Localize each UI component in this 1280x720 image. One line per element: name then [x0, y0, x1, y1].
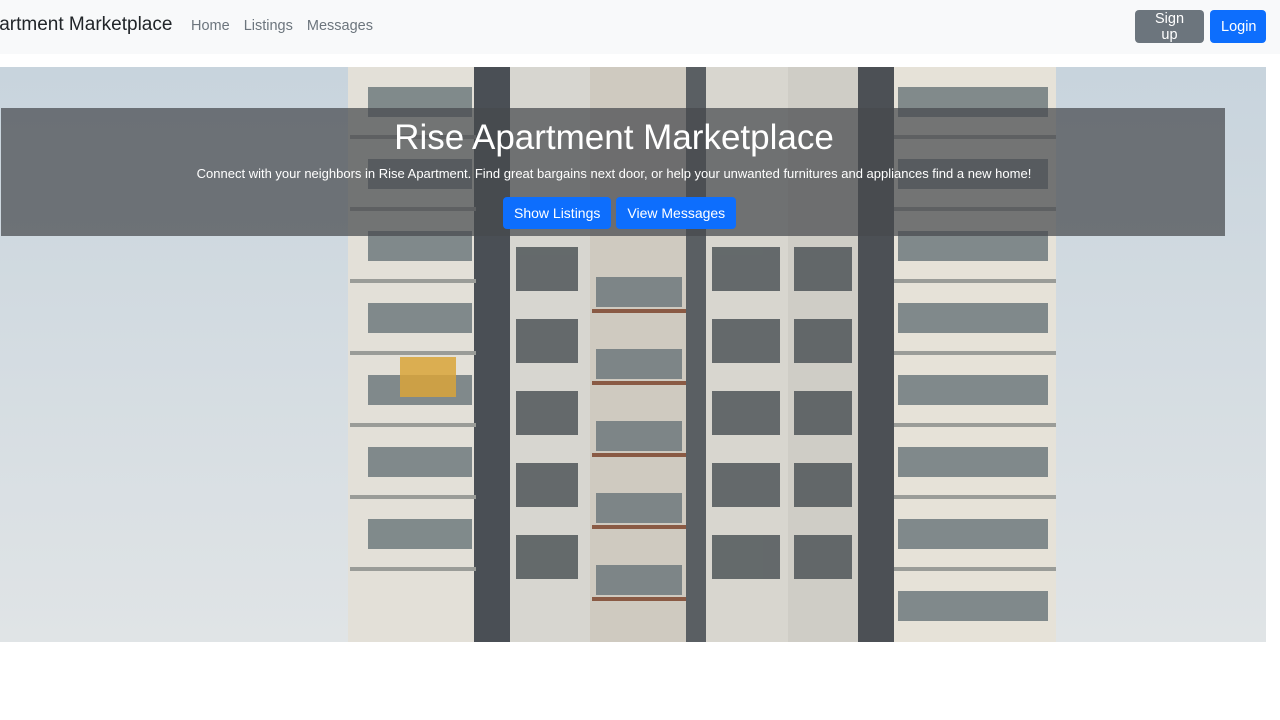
view-messages-button[interactable]: View Messages	[616, 197, 737, 229]
hero-banner: Rise Apartment Marketplace Connect with …	[1, 108, 1225, 236]
nav-link-listings[interactable]: Listings	[244, 18, 293, 34]
navbar: Apartment Marketplace Home Listings Mess…	[0, 0, 1280, 54]
nav-links: Home Listings Messages	[191, 18, 373, 34]
nav-link-home[interactable]: Home	[191, 18, 230, 34]
show-listings-button[interactable]: Show Listings	[503, 197, 612, 229]
hero-title: Rise Apartment Marketplace	[394, 118, 834, 157]
hero-section: Rise Apartment Marketplace Connect with …	[0, 67, 1266, 642]
login-button[interactable]: Login	[1210, 10, 1266, 43]
hero-buttons: Show Listings View Messages	[503, 197, 737, 229]
navbar-brand[interactable]: Apartment Marketplace	[0, 14, 172, 36]
signup-button[interactable]: Sign up	[1135, 10, 1204, 43]
hero-subtitle: Connect with your neighbors in Rise Apar…	[196, 166, 1032, 181]
nav-link-messages[interactable]: Messages	[307, 18, 373, 34]
